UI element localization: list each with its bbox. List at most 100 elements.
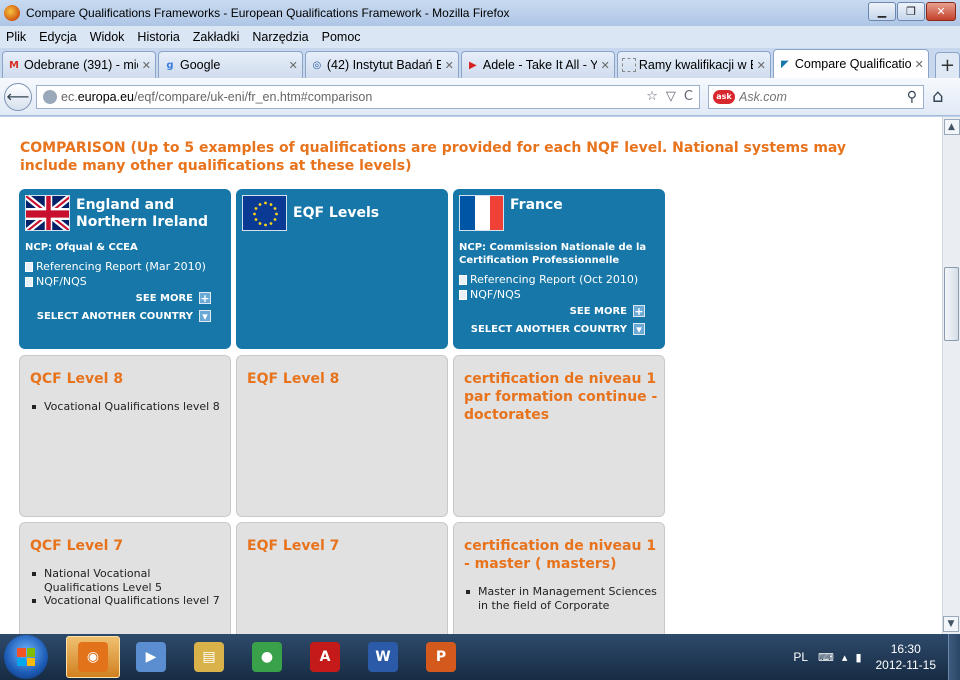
word-taskbar-button[interactable]: W xyxy=(356,636,410,678)
document-icon xyxy=(25,276,33,287)
close-tab-icon[interactable]: ✕ xyxy=(915,58,924,71)
see-more-button[interactable]: SEE MORE + xyxy=(136,291,211,305)
close-tab-icon[interactable]: ✕ xyxy=(445,59,454,72)
menu-historia[interactable]: Historia xyxy=(137,30,179,44)
see-more-button[interactable]: SEE MORE + xyxy=(570,305,645,318)
nqf-link[interactable]: NQF/NQS xyxy=(25,275,87,288)
url-bar[interactable]: ec.europa.eu/eqf/compare/uk-eni/fr_en.ht… xyxy=(36,84,700,109)
vertical-scrollbar[interactable]: ▲ ▼ xyxy=(942,117,960,634)
uk-flag-icon xyxy=(25,195,70,231)
new-tab-button[interactable]: + xyxy=(934,52,960,78)
menu-zakladki[interactable]: Zakładki xyxy=(193,30,240,44)
scroll-up-button[interactable]: ▲ xyxy=(943,119,960,135)
document-icon xyxy=(459,274,467,285)
level-title: EQF Level 8 xyxy=(247,371,340,387)
close-window-button[interactable]: ✕ xyxy=(926,2,956,21)
tab-instytut[interactable]: ◎ (42) Instytut Badań E... ✕ xyxy=(304,51,459,78)
country-name: England and Northern Ireland xyxy=(76,197,208,230)
explorer-taskbar-button[interactable]: ▤ xyxy=(182,636,236,678)
clock[interactable]: 16:30 2012-11-15 xyxy=(876,641,937,673)
search-bar[interactable]: ask ⚲ xyxy=(708,84,924,109)
maximize-button[interactable]: ❐ xyxy=(897,2,925,21)
select-country-button[interactable]: SELECT ANOTHER COUNTRY ▾ xyxy=(471,323,645,336)
firefox-icon: ◉ xyxy=(78,642,108,672)
bookmark-star-icon[interactable]: ☆ xyxy=(646,89,658,104)
qualification-list: Vocational Qualifications level 8 xyxy=(30,400,224,414)
powerpoint-taskbar-button[interactable]: P xyxy=(414,636,468,678)
media-player-taskbar-button[interactable]: ▶ xyxy=(124,636,178,678)
eqf-icon: ◤ xyxy=(781,58,789,70)
home-icon[interactable]: ⌂ xyxy=(932,86,943,107)
qualification-list: National Vocational Qualifications Level… xyxy=(30,567,224,608)
eu-star xyxy=(269,222,273,225)
reload-icon[interactable]: C xyxy=(684,89,693,104)
list-item: Vocational Qualifications level 7 xyxy=(30,594,224,608)
document-icon xyxy=(25,261,33,272)
scroll-thumb[interactable] xyxy=(944,267,959,341)
menu-widok[interactable]: Widok xyxy=(90,30,125,44)
chrome-icon: ● xyxy=(252,642,282,672)
scroll-down-button[interactable]: ▼ xyxy=(943,616,959,632)
chrome-taskbar-button[interactable]: ● xyxy=(240,636,294,678)
document-icon xyxy=(459,289,467,300)
tab-ramy[interactable]: Ramy kwalifikacji w E... ✕ xyxy=(616,51,771,78)
nqf-link[interactable]: NQF/NQS xyxy=(459,288,521,301)
referencing-report-link[interactable]: Referencing Report (Oct 2010) xyxy=(459,273,638,286)
window-titlebar: Compare Qualifications Frameworks - Euro… xyxy=(0,0,960,26)
level-card-qcf7: QCF Level 7 National Vocational Qualific… xyxy=(19,522,231,634)
tab-label: (42) Instytut Badań E... xyxy=(326,58,441,72)
language-indicator[interactable]: PL xyxy=(793,650,808,664)
network-signal-icon[interactable]: ▮ xyxy=(855,651,861,664)
menu-narzedzia[interactable]: Narzędzia xyxy=(252,30,308,44)
tab-google[interactable]: g Google ✕ xyxy=(158,51,303,78)
page-icon: ◎ xyxy=(312,59,322,71)
back-button[interactable]: ⟵ xyxy=(4,82,32,111)
eu-star xyxy=(275,212,278,216)
select-country-button[interactable]: SELECT ANOTHER COUNTRY ▾ xyxy=(37,310,211,323)
start-button[interactable] xyxy=(4,635,48,679)
tab-label: Ramy kwalifikacji w E... xyxy=(638,58,753,72)
history-dropdown-icon[interactable]: ▽ xyxy=(666,89,676,104)
country-card-france: France NCP: Commission Nationale de la C… xyxy=(453,189,665,349)
ncp-label: NCP: Ofqual & CCEA xyxy=(25,242,138,253)
minimize-button[interactable]: ▁ xyxy=(868,2,896,21)
firefox-logo-icon xyxy=(4,5,20,21)
ask-logo-icon[interactable]: ask xyxy=(713,89,735,104)
youtube-icon: ▶ xyxy=(469,59,477,71)
list-item: Vocational Qualifications level 8 xyxy=(30,400,224,414)
firefox-taskbar-button[interactable]: ◉ xyxy=(66,636,120,678)
eu-star xyxy=(254,207,258,210)
show-hidden-icons-icon[interactable]: ▴ xyxy=(842,651,848,664)
search-input[interactable] xyxy=(739,89,889,104)
level-title: QCF Level 7 xyxy=(30,538,124,554)
tab-youtube[interactable]: ▶ Adele - Take It All - Y... ✕ xyxy=(460,51,615,78)
close-tab-icon[interactable]: ✕ xyxy=(601,59,610,72)
tab-gmail[interactable]: M Odebrane (391) - mic... ✕ xyxy=(2,51,156,78)
acrobat-taskbar-button[interactable]: A xyxy=(298,636,352,678)
menu-edycja[interactable]: Edycja xyxy=(39,30,77,44)
close-tab-icon[interactable]: ✕ xyxy=(289,59,298,72)
level-title: QCF Level 8 xyxy=(30,371,124,387)
windows-taskbar: ◉ ▶ ▤ ● A W P PL ⌨ ▴ ▮ 16:30 2012-11-15 xyxy=(0,634,960,680)
tab-compare-qualifications[interactable]: ◤ Compare Qualificatio... ✕ xyxy=(772,49,929,78)
close-tab-icon[interactable]: ✕ xyxy=(757,59,766,72)
tab-label: Odebrane (391) - mic... xyxy=(24,58,138,72)
search-icon[interactable]: ⚲ xyxy=(907,89,923,105)
folder-icon: ▤ xyxy=(194,642,224,672)
referencing-report-link[interactable]: Referencing Report (Mar 2010) xyxy=(25,260,206,273)
eu-star xyxy=(253,212,256,216)
eu-star xyxy=(273,207,277,210)
menu-plik[interactable]: Plik xyxy=(6,30,26,44)
menu-pomoc[interactable]: Pomoc xyxy=(322,30,361,44)
media-player-icon: ▶ xyxy=(136,642,166,672)
chevron-down-icon: ▾ xyxy=(633,323,645,336)
close-tab-icon[interactable]: ✕ xyxy=(142,59,151,72)
plus-icon: + xyxy=(199,291,211,305)
country-name: EQF Levels xyxy=(293,205,380,221)
show-desktop-button[interactable] xyxy=(948,634,960,680)
keyboard-icon[interactable]: ⌨ xyxy=(818,651,834,664)
level-card-eqf8: EQF Level 8 xyxy=(236,355,448,517)
level-title: EQF Level 7 xyxy=(247,538,340,554)
country-card-uk: England and Northern Ireland NCP: Ofqual… xyxy=(19,189,231,349)
navigation-bar: ⟵ ec.europa.eu/eqf/compare/uk-eni/fr_en.… xyxy=(0,78,960,116)
